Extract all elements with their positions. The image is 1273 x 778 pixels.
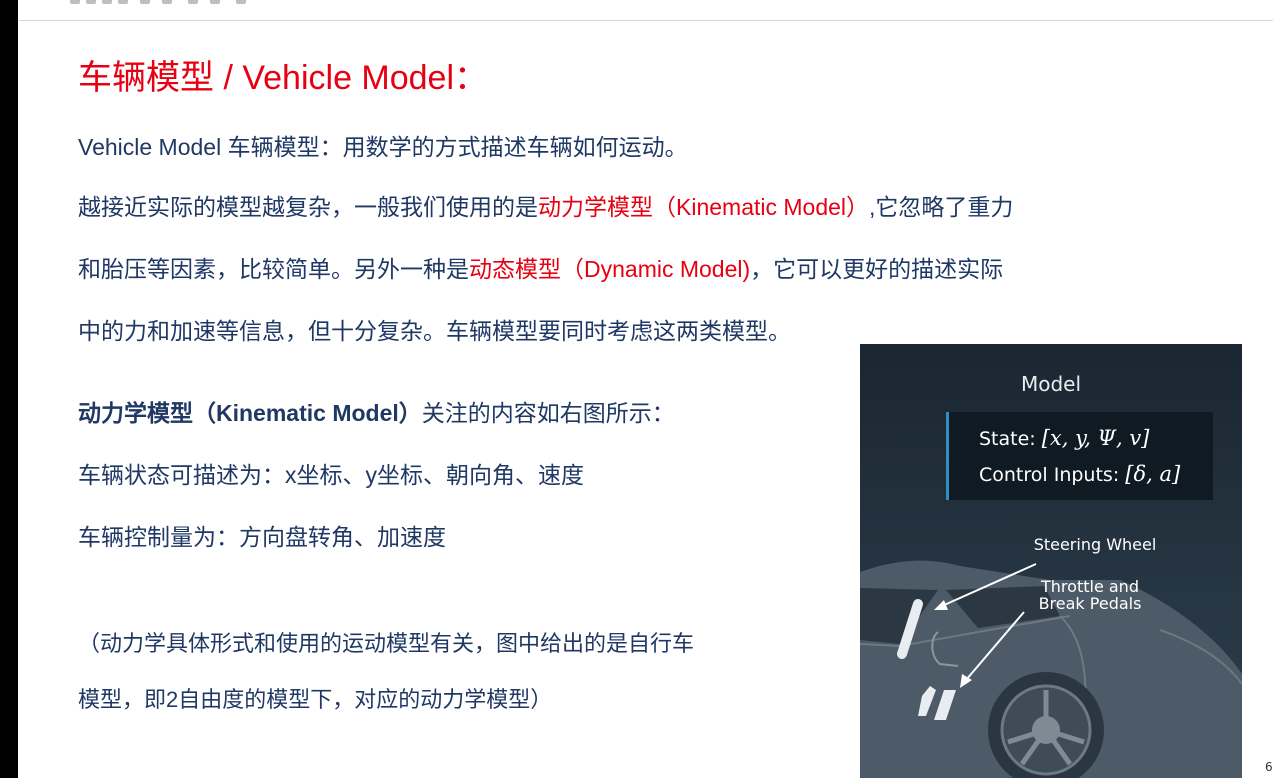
control-line: Control Inputs: [δ, a] (979, 462, 1181, 486)
complexity-line-3: 中的力和加速等信息，但十分复杂。车辆模型要同时考虑这两类模型。 (78, 318, 791, 344)
slide-title: 车辆模型 / Vehicle Model： (78, 59, 489, 97)
control-description: 车辆控制量为：方向盘转角、加速度 (78, 524, 446, 550)
note-line-1: （动力学具体形式和使用的运动模型有关，图中给出的是自行车 (78, 631, 695, 656)
top-bar (0, 0, 1273, 21)
state-description: 车辆状态可描述为：x坐标、y坐标、朝向角、速度 (78, 462, 584, 488)
intro-line: Vehicle Model 车辆模型：用数学的方式描述车辆如何运动。 (78, 134, 688, 160)
complexity-line-1: 越接近实际的模型越复杂，一般我们使用的是动力学模型（Kinematic Mode… (78, 194, 1014, 220)
vehicle-model-figure: Model State: [x, y, Ψ, v] Control Inputs… (860, 344, 1242, 778)
car-illustration (860, 560, 1242, 778)
kinematic-heading: 动力学模型（Kinematic Model）关注的内容如右图所示： (78, 400, 675, 426)
note-line-2: 模型，即2自由度的模型下，对应的动力学模型） (78, 687, 553, 712)
steering-wheel-label: Steering Wheel (1033, 535, 1157, 554)
cropped-header-text (70, 0, 270, 6)
state-line: State: [x, y, Ψ, v] (979, 426, 1150, 450)
left-edge-bar (0, 0, 18, 778)
state-box: State: [x, y, Ψ, v] Control Inputs: [δ, … (946, 412, 1213, 500)
figure-title: Model (1020, 372, 1082, 396)
page-number: 6 (1265, 760, 1273, 774)
pedals-label: Throttle and Break Pedals (1038, 577, 1142, 613)
complexity-line-2: 和胎压等因素，比较简单。另外一种是动态模型（Dynamic Model)，它可以… (78, 256, 1004, 282)
dynamic-model-highlight: 动态模型（Dynamic Model) (469, 256, 751, 282)
kinematic-model-highlight: 动力学模型（Kinematic Model） (538, 194, 870, 220)
